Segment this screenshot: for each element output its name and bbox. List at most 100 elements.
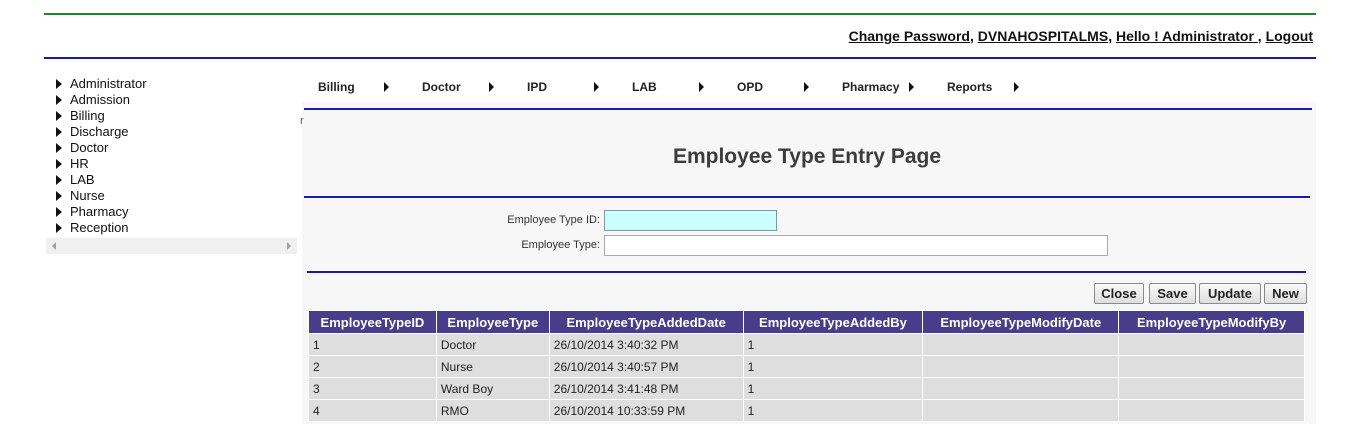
submenu-arrow-icon [804, 82, 809, 92]
grid-body: 1 Doctor 26/10/2014 3:40:32 PM 1 2 Nurse 26/10… [308, 333, 1305, 422]
sidebar-item-label: Admission [70, 92, 130, 107]
menu-item-opd[interactable]: OPD [721, 72, 821, 102]
employee-type-grid: EmployeeTypeID EmployeeType EmployeeTypeAd… [308, 310, 1305, 422]
org-link[interactable]: DVNAHOSPITALMS [978, 28, 1108, 44]
main-menu-bar: Billing Doctor IPD LAB OPD Pharmacy Reports [302, 72, 1036, 102]
menu-item-pharmacy[interactable]: Pharmacy [826, 72, 926, 102]
sidebar-item-label: Reception [70, 220, 129, 235]
expand-arrow-icon[interactable] [56, 143, 62, 153]
column-header-employeetype[interactable]: EmployeeType [435, 310, 550, 334]
menu-item-label: Reports [947, 80, 993, 94]
table-cell: 1 [742, 333, 924, 356]
sidebar-item-label: Doctor [70, 140, 109, 155]
sidebar-item-administrator[interactable]: Administrator [46, 76, 297, 92]
save-button[interactable]: Save [1149, 283, 1196, 304]
table-cell: Doctor [435, 333, 550, 356]
sidebar-item-label: Administrator [70, 76, 147, 91]
sidebar-horizontal-scrollbar[interactable] [46, 238, 297, 254]
employee-type-input[interactable] [604, 235, 1108, 256]
expand-arrow-icon[interactable] [56, 223, 62, 233]
menu-item-reports[interactable]: Reports [931, 72, 1031, 102]
logout-link[interactable]: Logout [1266, 28, 1313, 44]
expand-arrow-icon[interactable] [56, 127, 62, 137]
change-password-link[interactable]: Change Password [849, 28, 970, 44]
sidebar-item-lab[interactable]: LAB [46, 172, 297, 188]
table-cell: 4 [308, 399, 437, 422]
employee-type-id-input[interactable] [604, 210, 777, 231]
table-row[interactable]: 1 Doctor 26/10/2014 3:40:32 PM 1 [308, 333, 1305, 356]
header-divider [44, 57, 1316, 59]
sidebar-tree: Administrator Admission Billing Discharge Do… [46, 72, 297, 238]
table-cell [922, 355, 1120, 378]
menu-item-label: LAB [632, 80, 657, 94]
submenu-arrow-icon [1014, 82, 1019, 92]
sidebar-item-hr[interactable]: HR [46, 156, 297, 172]
table-cell [1118, 333, 1305, 356]
form-divider [307, 271, 1306, 273]
title-divider [304, 196, 1310, 198]
table-cell: 26/10/2014 10:33:59 PM [548, 399, 744, 422]
sidebar-item-billing[interactable]: Billing [46, 108, 297, 124]
table-cell: 26/10/2014 3:41:48 PM [548, 377, 744, 400]
menu-item-label: IPD [527, 80, 548, 94]
submenu-arrow-icon [489, 82, 494, 92]
expand-arrow-icon[interactable] [56, 207, 62, 217]
expand-arrow-icon[interactable] [56, 79, 62, 89]
sidebar-item-admission[interactable]: Admission [46, 92, 297, 108]
menu-divider [304, 108, 1312, 110]
table-cell: 26/10/2014 3:40:57 PM [548, 355, 744, 378]
submenu-arrow-icon [594, 82, 599, 92]
table-cell: RMO [435, 399, 550, 422]
sidebar-item-nurse[interactable]: Nurse [46, 188, 297, 204]
sidebar-item-label: HR [70, 156, 89, 171]
submenu-arrow-icon [909, 82, 914, 92]
column-header-employeetypeaddeddate[interactable]: EmployeeTypeAddedDate [548, 310, 744, 334]
submenu-arrow-icon [384, 82, 389, 92]
table-row[interactable]: 3 Ward Boy 26/10/2014 3:41:48 PM 1 [308, 377, 1305, 400]
column-header-employeetypemodifyby[interactable]: EmployeeTypeModifyBy [1118, 310, 1305, 334]
column-header-employeetypeid[interactable]: EmployeeTypeID [308, 310, 437, 334]
menu-item-billing[interactable]: Billing [302, 72, 401, 102]
sidebar-item-pharmacy[interactable]: Pharmacy [46, 204, 297, 220]
sidebar-item-doctor[interactable]: Doctor [46, 140, 297, 156]
expand-arrow-icon[interactable] [56, 111, 62, 121]
table-cell: 1 [742, 377, 924, 400]
greeting-link[interactable]: Hello ! Administrator [1116, 28, 1258, 44]
table-row[interactable]: 2 Nurse 26/10/2014 3:40:57 PM 1 [308, 355, 1305, 378]
table-cell [922, 333, 1120, 356]
expand-arrow-icon[interactable] [56, 191, 62, 201]
menu-item-lab[interactable]: LAB [616, 72, 716, 102]
menu-item-ipd[interactable]: IPD [511, 72, 611, 102]
close-button[interactable]: Close [1094, 283, 1144, 304]
table-cell [1118, 399, 1305, 422]
table-cell: 2 [308, 355, 437, 378]
table-cell [922, 399, 1120, 422]
scroll-right-icon[interactable] [287, 242, 291, 250]
sidebar-item-label: LAB [70, 172, 95, 187]
table-row[interactable]: 4 RMO 26/10/2014 10:33:59 PM 1 [308, 399, 1305, 422]
sidebar-list: Administrator Admission Billing Discharge Do… [46, 72, 297, 236]
new-button[interactable]: New [1264, 283, 1307, 304]
menu-item-doctor[interactable]: Doctor [406, 72, 506, 102]
table-cell [922, 377, 1120, 400]
header-links: Change Password, DVNAHOSPITALMS, Hello !… [848, 28, 1313, 44]
stray-text: r [300, 115, 304, 127]
expand-arrow-icon[interactable] [56, 159, 62, 169]
column-header-employeetypemodifydate[interactable]: EmployeeTypeModifyDate [922, 310, 1120, 334]
sidebar-item-label: Nurse [70, 188, 105, 203]
expand-arrow-icon[interactable] [56, 175, 62, 185]
sidebar-item-discharge[interactable]: Discharge [46, 124, 297, 140]
sidebar-item-label: Pharmacy [70, 204, 129, 219]
scroll-left-icon[interactable] [52, 242, 56, 250]
page-title: Employee Type Entry Page [672, 145, 942, 168]
table-cell: 1 [742, 399, 924, 422]
update-button[interactable]: Update [1199, 283, 1261, 304]
expand-arrow-icon[interactable] [56, 95, 62, 105]
sidebar-item-reception[interactable]: Reception [46, 220, 297, 236]
sidebar-item-label: Discharge [70, 124, 129, 139]
submenu-arrow-icon [699, 82, 704, 92]
table-cell: Nurse [435, 355, 550, 378]
employee-type-label: Employee Type: [521, 239, 600, 251]
table-cell: 26/10/2014 3:40:32 PM [548, 333, 744, 356]
column-header-employeetypeaddedby[interactable]: EmployeeTypeAddedBy [742, 310, 924, 334]
